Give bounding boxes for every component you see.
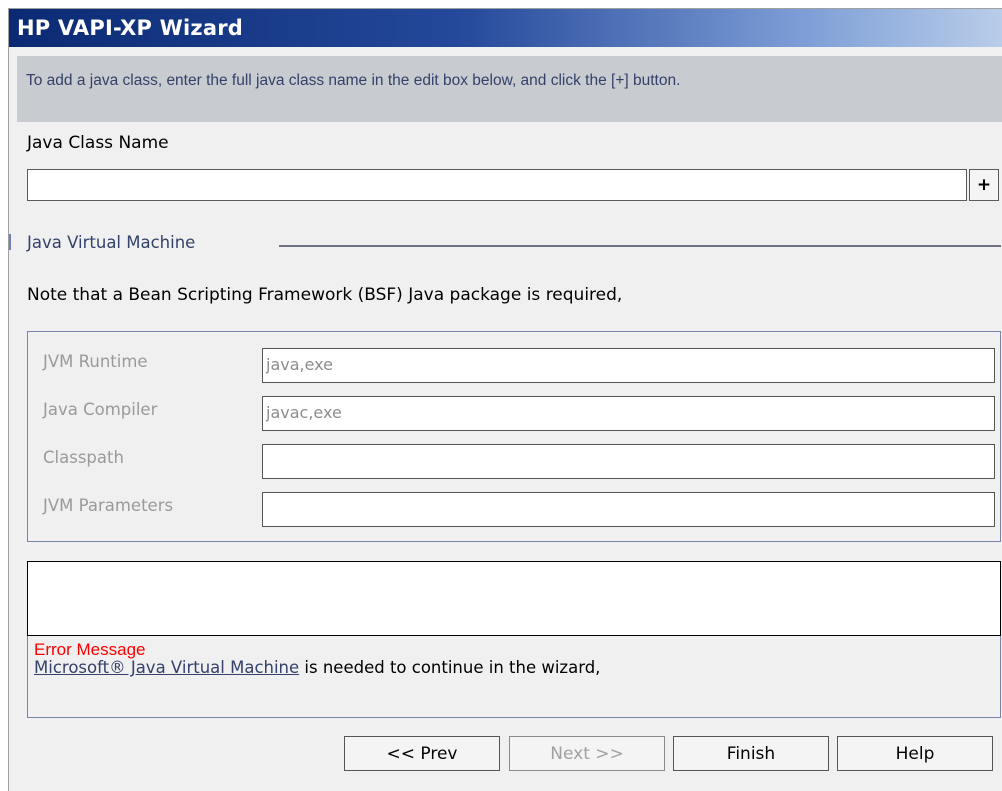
prev-button[interactable]: << Prev [344, 736, 500, 771]
error-message-text: is needed to continue in the wizard, [299, 658, 601, 677]
jvm-download-link[interactable]: Microsoft® Java Virtual Machine [34, 658, 299, 677]
next-button[interactable]: Next >> [509, 736, 665, 771]
jvm-runtime-input[interactable]: java,exe [262, 348, 995, 383]
java-compiler-label: Java Compiler [43, 400, 158, 419]
add-class-button[interactable]: + [969, 169, 999, 201]
window-title: HP VAPI-XP Wizard [17, 16, 244, 40]
error-panel: Error Message Microsoft® Java Virtual Ma… [27, 561, 1001, 718]
wizard-window: HP VAPI-XP Wizard To add a java class, e… [8, 8, 1002, 791]
jvm-parameters-input[interactable] [262, 492, 995, 527]
classpath-input[interactable] [262, 444, 995, 479]
section-divider [279, 245, 1001, 247]
finish-button[interactable]: Finish [673, 736, 829, 771]
jvm-settings-group: JVM Runtime java,exe Java Compiler javac… [27, 331, 1001, 542]
java-compiler-input[interactable]: javac,exe [262, 396, 995, 431]
error-message: Microsoft® Java Virtual Machine is neede… [34, 658, 600, 677]
instruction-banner: To add a java class, enter the full java… [17, 56, 1002, 122]
classpath-label: Classpath [43, 448, 124, 467]
section-marker [9, 234, 11, 250]
jvm-section-title: Java Virtual Machine [27, 233, 196, 252]
java-class-name-input[interactable] [27, 169, 967, 201]
error-title: Error Message [34, 640, 146, 659]
title-bar[interactable]: HP VAPI-XP Wizard [9, 9, 1002, 47]
jvm-runtime-label: JVM Runtime [43, 352, 148, 371]
bsf-note: Note that a Bean Scripting Framework (BS… [27, 285, 623, 305]
message-box [27, 561, 1001, 636]
help-button[interactable]: Help [837, 736, 993, 771]
jvm-parameters-label: JVM Parameters [43, 496, 174, 515]
instruction-text: To add a java class, enter the full java… [26, 72, 681, 89]
java-class-name-label: Java Class Name [27, 133, 169, 153]
